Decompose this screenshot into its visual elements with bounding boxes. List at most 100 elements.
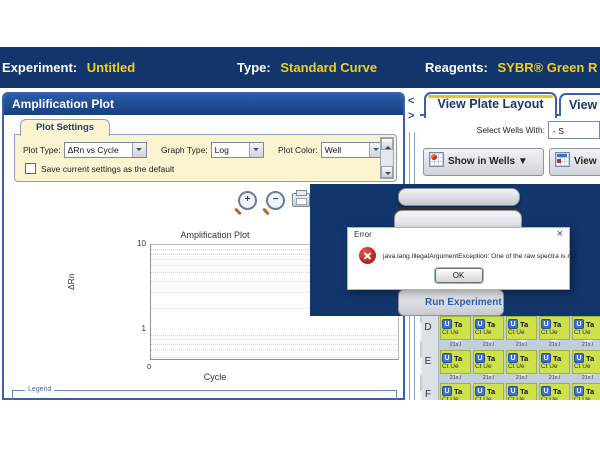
plate-well[interactable]: UTaCt Ue	[440, 316, 471, 340]
run-experiment-button[interactable]: Run Experiment	[398, 289, 504, 316]
plate-well[interactable]: UTaCt Ue	[440, 383, 471, 400]
show-in-wells-button[interactable]: Show in Wells ▼	[423, 148, 544, 176]
well-plate-icon	[429, 152, 444, 167]
well-detail: Ct Ue	[574, 329, 600, 336]
well-target: Ta	[586, 387, 594, 396]
dialog-title: Error	[354, 230, 372, 239]
plot-color-select[interactable]: Well	[321, 142, 384, 158]
task-icon: U	[475, 319, 485, 329]
settings-scrollbar[interactable]	[380, 137, 394, 179]
run-experiment-label: Run Experiment	[425, 297, 502, 308]
error-icon	[359, 247, 376, 264]
well-annotation: 21x.l	[439, 375, 472, 381]
legend-group: Legend	[12, 390, 397, 400]
gridline	[151, 339, 398, 340]
tab-view-plate-layout[interactable]: View Plate Layout	[424, 92, 557, 118]
task-icon: U	[574, 386, 584, 396]
task-icon: U	[574, 353, 584, 363]
plate-well[interactable]: UTaCt Ue	[506, 350, 537, 374]
well-annotation: 21x.l	[439, 342, 472, 348]
task-icon: U	[541, 319, 551, 329]
plate-well[interactable]: UTaCt Ue	[539, 316, 570, 340]
gridline	[151, 357, 398, 358]
plot-type-select[interactable]: ΔRn vs Cycle	[64, 142, 147, 158]
view-legend-button[interactable]: View L	[549, 148, 600, 176]
collapse-left-icon[interactable]: <	[408, 95, 414, 107]
task-icon: U	[508, 353, 518, 363]
reagents-label: Reagents:	[425, 60, 488, 75]
reagents-field: Reagents: SYBR® Green R	[425, 60, 597, 75]
plate-row-label: D	[420, 322, 436, 333]
well-detail: Ct Ue	[475, 396, 503, 400]
plate-well[interactable]: UTaCt Ue	[539, 383, 570, 400]
type-label: Type:	[237, 60, 271, 75]
save-default-checkbox[interactable]	[25, 163, 36, 174]
table-icon	[555, 152, 570, 167]
plot-settings-box: Plot Type:ΔRn vs Cycle Graph Type:Log Pl…	[14, 134, 397, 182]
plate-well[interactable]: UTaCt Ue	[473, 316, 504, 340]
well-target: Ta	[553, 320, 561, 329]
save-default-label: Save current settings as the default	[41, 164, 174, 174]
well-target: Ta	[553, 354, 561, 363]
y-tick-10: 10	[122, 239, 146, 248]
well-annotation: 21x.l	[505, 342, 538, 348]
well-detail: Ct Ue	[442, 396, 470, 400]
plate-well[interactable]: UTaCt Ue	[572, 350, 600, 374]
task-icon: U	[475, 386, 485, 396]
plate-well[interactable]: UTaCt Ue	[572, 316, 600, 340]
print-icon[interactable]	[292, 193, 310, 207]
plate-row-label: E	[420, 356, 436, 367]
scroll-up-icon[interactable]	[381, 138, 393, 150]
task-icon: U	[442, 353, 452, 363]
plate-well[interactable]: UTaCt Ue	[506, 383, 537, 400]
well-target: Ta	[454, 354, 462, 363]
tab-view-well-table[interactable]: View	[559, 93, 600, 116]
hidden-button[interactable]	[398, 188, 520, 206]
tab-plot-settings[interactable]: Plot Settings	[20, 119, 110, 136]
reagents-value: SYBR® Green R	[497, 60, 597, 75]
well-detail: Ct Ue	[541, 363, 569, 370]
plate-well[interactable]: UTaCt Ue	[572, 383, 600, 400]
plate-well[interactable]: UTaCt Ue	[473, 350, 504, 374]
well-annotation: 21x.l	[571, 375, 600, 381]
select-wells-dropdown[interactable]: - S	[548, 121, 600, 139]
dropdown-arrow-icon: ▼	[518, 156, 528, 167]
gridline	[151, 350, 398, 351]
experiment-field: Experiment: Untitled	[2, 60, 135, 75]
well-detail: Ct Ue	[475, 329, 503, 336]
well-detail: Ct Ue	[508, 363, 536, 370]
plate-well[interactable]: UTaCt Ue	[539, 350, 570, 374]
chevron-down-icon	[249, 143, 263, 157]
expand-right-icon[interactable]: >	[408, 110, 414, 122]
graph-type-select[interactable]: Log	[211, 142, 264, 158]
plate-grid: DUTaCt UeUTaCt UeUTaCt UeUTaCt UeUTaCt U…	[420, 313, 600, 400]
plate-toolbar: Show in Wells ▼ View L	[420, 148, 600, 178]
experiment-value: Untitled	[87, 60, 135, 75]
type-value: Standard Curve	[280, 60, 377, 75]
well-target: Ta	[487, 354, 495, 363]
zoom-out-icon[interactable]: −	[266, 191, 285, 210]
plate-well[interactable]: UTaCt Ue	[440, 350, 471, 374]
close-icon[interactable]: ×	[557, 228, 563, 240]
plate-well[interactable]: UTaCt Ue	[506, 316, 537, 340]
well-target: Ta	[454, 387, 462, 396]
experiment-header-bar: Experiment: Untitled Type: Standard Curv…	[0, 47, 600, 88]
well-detail: Ct Ue	[541, 396, 569, 400]
select-wells-row: Select Wells With: - S	[420, 121, 600, 141]
ok-button[interactable]: OK	[435, 268, 483, 283]
scroll-down-icon[interactable]	[381, 166, 393, 178]
well-annotation: 21x.l	[472, 375, 505, 381]
well-target: Ta	[520, 354, 528, 363]
well-detail: Ct Ue	[508, 396, 536, 400]
chevron-down-icon	[132, 143, 146, 157]
well-target: Ta	[487, 320, 495, 329]
plot-color-label: Plot Color:	[278, 145, 318, 155]
well-annotation: 21x.l	[472, 342, 505, 348]
plate-well[interactable]: UTaCt Ue	[473, 383, 504, 400]
x-axis-label: Cycle	[70, 372, 360, 382]
type-field: Type: Standard Curve	[237, 60, 377, 75]
zoom-in-icon[interactable]: +	[238, 191, 257, 210]
plot-type-label: Plot Type:	[23, 145, 61, 155]
well-detail: Ct Ue	[574, 396, 600, 400]
well-detail: Ct Ue	[508, 329, 536, 336]
